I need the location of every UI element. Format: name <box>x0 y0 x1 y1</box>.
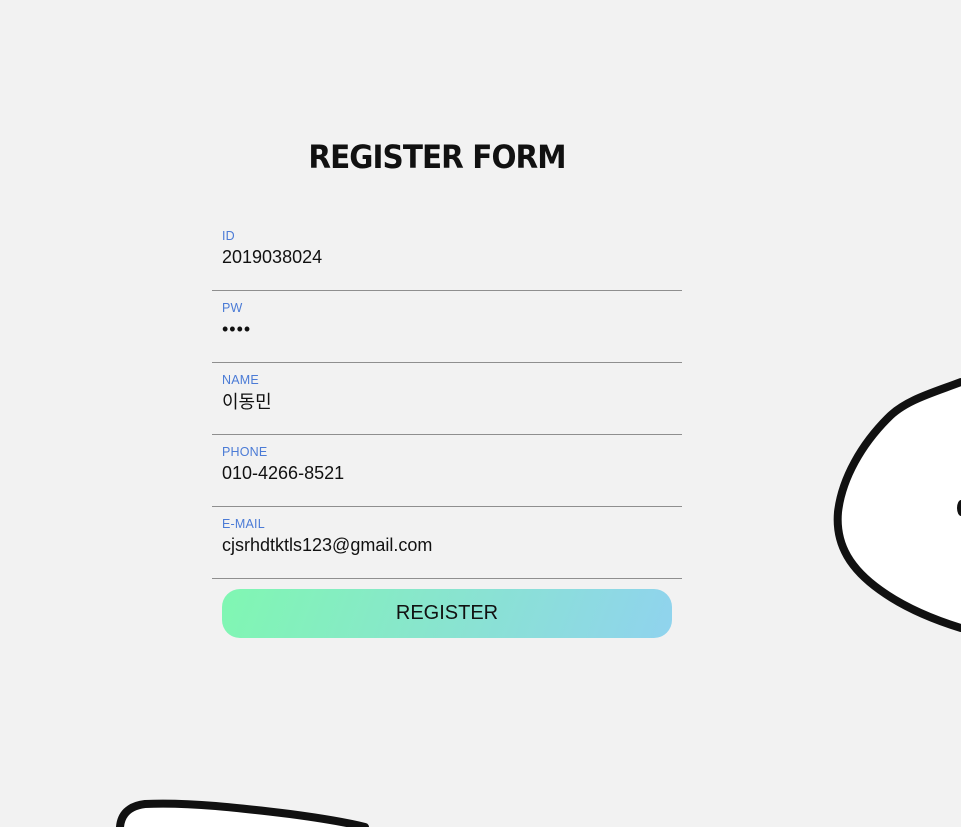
register-button[interactable]: REGISTER <box>222 589 672 638</box>
email-field: E-MAIL <box>212 507 682 579</box>
pw-input[interactable] <box>222 318 662 340</box>
cartoon-head-outline <box>837 382 961 640</box>
pw-label: PW <box>222 301 243 315</box>
name-field: NAME <box>212 363 682 435</box>
cartoon-head-stroke <box>833 378 961 632</box>
pw-field: PW <box>212 291 682 363</box>
cartoon-body-outline <box>120 803 365 827</box>
phone-field: PHONE <box>212 435 682 507</box>
form-title: REGISTER FORM <box>308 138 566 176</box>
cartoon-eye <box>957 500 961 516</box>
id-label: ID <box>222 229 235 243</box>
email-label: E-MAIL <box>222 517 265 531</box>
email-input[interactable] <box>222 534 662 556</box>
cartoon-body-stroke <box>116 799 369 827</box>
name-label: NAME <box>222 373 259 387</box>
id-input[interactable] <box>222 246 662 268</box>
phone-input[interactable] <box>222 462 662 484</box>
id-field: ID <box>212 219 682 291</box>
name-input[interactable] <box>222 390 662 412</box>
phone-label: PHONE <box>222 445 268 459</box>
